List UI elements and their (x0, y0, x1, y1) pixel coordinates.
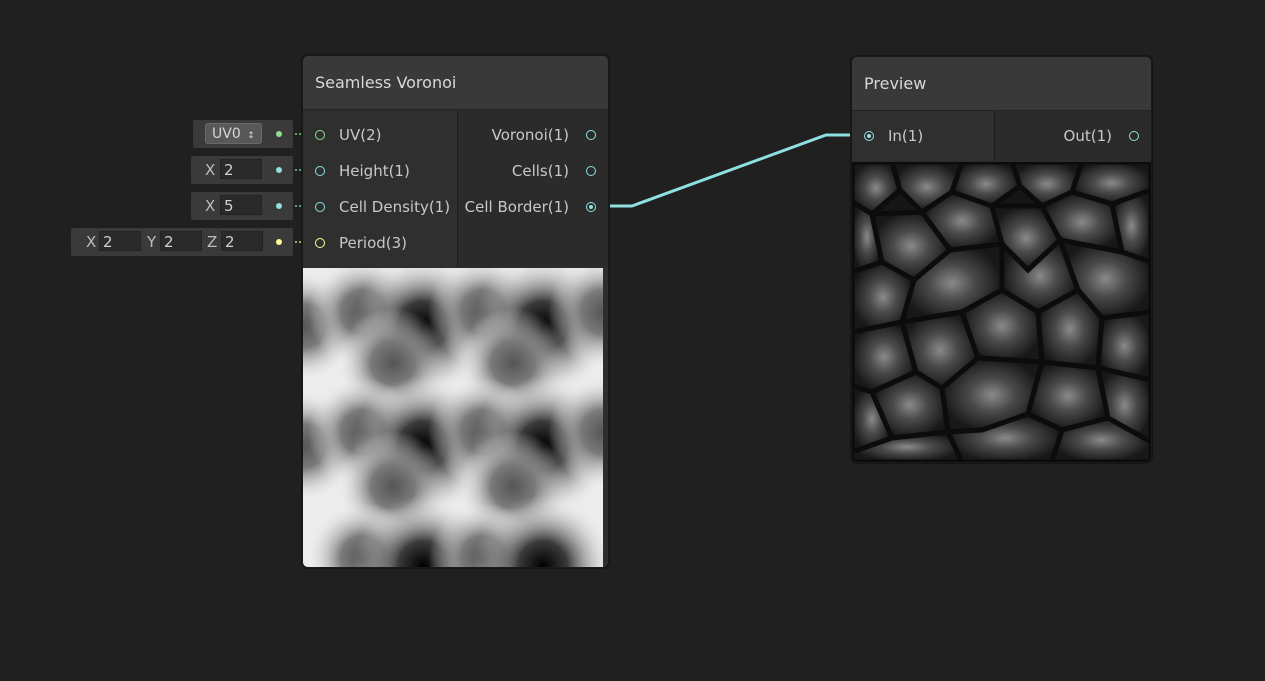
cell-density-axis-label: X (205, 197, 216, 215)
period-x-label: X (86, 233, 97, 251)
period-connector-dot[interactable] (276, 239, 282, 245)
period-input-field: X 2 Y 2 Z 2 (71, 228, 293, 256)
port-voronoi-out-dot[interactable] (586, 130, 596, 140)
period-x-input[interactable]: 2 (99, 231, 141, 251)
port-in-label: In(1) (888, 127, 924, 145)
port-uv-label: UV(2) (339, 126, 382, 144)
period-z-input[interactable]: 2 (221, 231, 263, 251)
uv-channel-dropdown[interactable]: UV0 ↕ (205, 123, 262, 144)
output-ports: Voronoi(1) Cells(1) Cell Border(1) (458, 110, 608, 267)
node-title[interactable]: Seamless Voronoi (303, 56, 608, 110)
port-out[interactable]: Out(1) (1001, 118, 1141, 154)
height-input-field: X 2 (191, 156, 293, 184)
voronoi-preview-image (303, 268, 603, 567)
input-ports: In(1) (852, 111, 994, 161)
port-cell-density-label: Cell Density(1) (339, 198, 451, 216)
up-down-arrows-icon: ↕ (247, 131, 255, 141)
port-cell-density-dot[interactable] (315, 202, 325, 212)
port-out-dot[interactable] (1129, 131, 1139, 141)
port-cells-out-label: Cells(1) (511, 162, 569, 180)
height-connector-dot[interactable] (276, 167, 282, 173)
port-voronoi-out[interactable]: Voronoi(1) (458, 117, 598, 153)
preview-node[interactable]: Preview In(1) Out(1) (851, 56, 1152, 463)
port-cell-border-out-dot[interactable] (586, 202, 596, 212)
port-cell-border-out[interactable]: Cell Border(1) (458, 189, 598, 225)
cell-density-value-input[interactable]: 5 (220, 195, 262, 215)
port-period-label: Period(3) (339, 234, 408, 252)
input-ports: UV(2) Height(1) Cell Density(1) Period(3… (303, 110, 457, 267)
period-y-label: Y (147, 233, 157, 251)
port-period-dot[interactable] (315, 238, 325, 248)
period-z-label: Z (207, 233, 218, 251)
height-value-input[interactable]: 2 (220, 159, 262, 179)
voronoi-distance-texture (303, 268, 603, 567)
port-height-label: Height(1) (339, 162, 410, 180)
cell-border-texture (852, 162, 1151, 462)
cell-border-preview-image (852, 162, 1151, 462)
port-in-dot[interactable] (864, 131, 874, 141)
uv-channel-value: UV0 (212, 126, 241, 142)
port-height-dot[interactable] (315, 166, 325, 176)
cell-density-input-field: X 5 (191, 192, 293, 220)
height-axis-label: X (205, 161, 216, 179)
uv-connector-dot[interactable] (276, 131, 282, 137)
port-cell-border-out-label: Cell Border(1) (464, 198, 569, 216)
seamless-voronoi-node[interactable]: Seamless Voronoi UV(2) Height(1) Cell De… (302, 55, 609, 568)
port-out-label: Out(1) (1063, 127, 1112, 145)
uv-input-field: UV0 ↕ (193, 120, 293, 148)
port-cells-out[interactable]: Cells(1) (458, 153, 598, 189)
node-title[interactable]: Preview (852, 57, 1151, 111)
wire-cellborder-to-preview-in[interactable] (596, 133, 864, 208)
output-ports: Out(1) (995, 111, 1151, 161)
cell-density-connector-dot[interactable] (276, 203, 282, 209)
period-y-input[interactable]: 2 (160, 231, 202, 251)
port-cells-out-dot[interactable] (586, 166, 596, 176)
port-uv-dot[interactable] (315, 130, 325, 140)
port-voronoi-out-label: Voronoi(1) (491, 126, 569, 144)
